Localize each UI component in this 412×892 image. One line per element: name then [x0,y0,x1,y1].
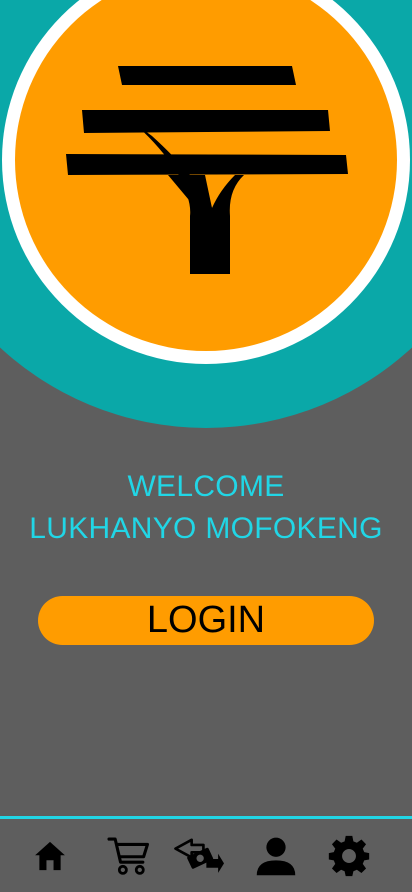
welcome-title: WELCOME [127,470,285,503]
money-transfer-icon [174,838,224,873]
welcome-message: WELCOME LUKHANYO MOFOKENG [0,466,412,550]
nav-home[interactable] [25,833,75,879]
bottom-nav-bar [0,816,412,892]
person-icon [256,837,296,876]
home-icon [35,841,65,871]
cart-icon [107,837,149,875]
nav-profile[interactable] [251,833,301,879]
brand-header [0,0,412,428]
gear-icon [328,835,370,877]
nav-transfer[interactable] [174,833,224,879]
user-name: LUKHANYO MOFOKENG [29,512,383,545]
brand-logo [0,0,412,428]
nav-settings[interactable] [324,833,374,879]
nav-cart[interactable] [104,833,154,879]
login-button[interactable]: LOGIN [38,596,374,645]
